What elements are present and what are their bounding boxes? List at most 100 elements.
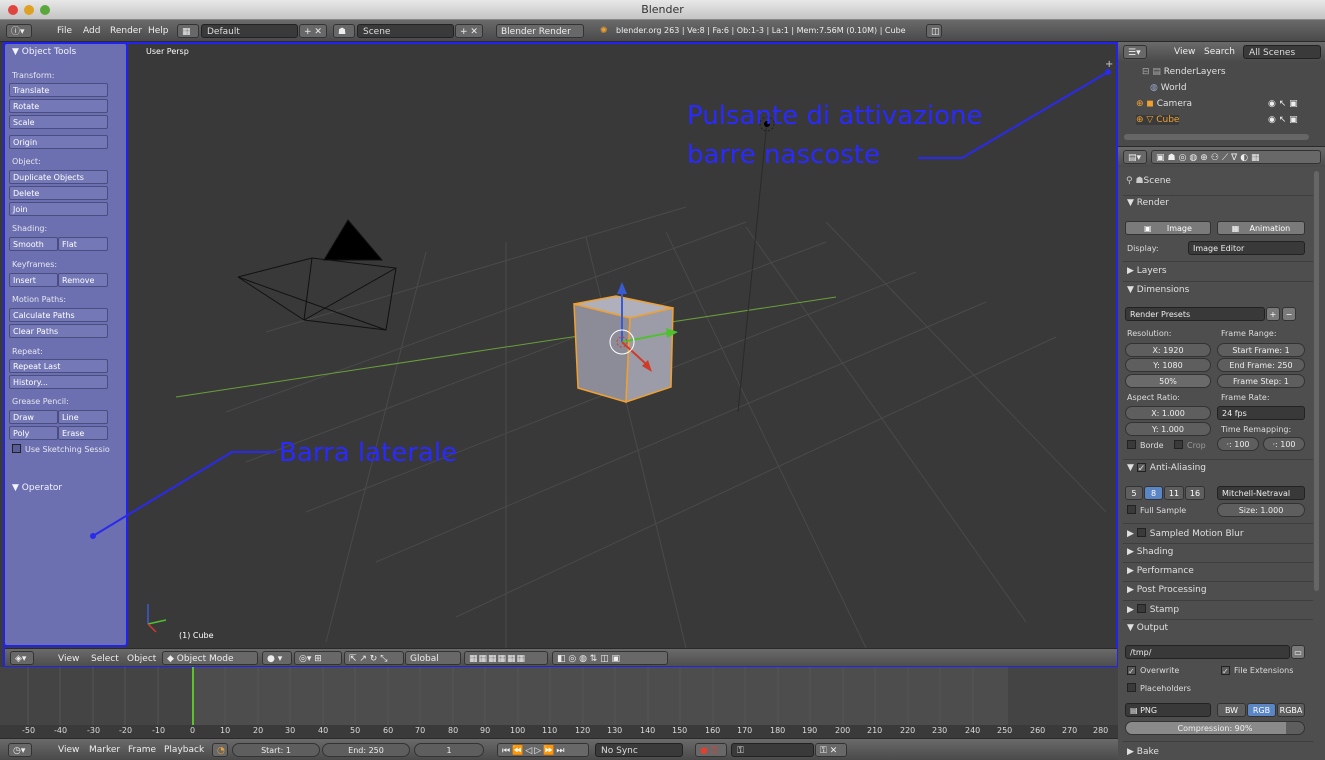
placeholders-checkbox[interactable]: Placeholders (1127, 683, 1191, 693)
time-remap-old-field[interactable]: ·: 100 (1217, 437, 1259, 451)
render-image-button[interactable]: ▣ Image (1125, 221, 1211, 235)
start-frame-field[interactable]: Start Frame: 1 (1217, 343, 1305, 357)
clock-icon[interactable]: ◔ (212, 743, 228, 757)
viewport-menu-view[interactable]: View (58, 652, 79, 666)
full-sample-checkbox[interactable]: Full Sample (1127, 505, 1186, 515)
output-path-field[interactable]: /tmp/ (1125, 645, 1290, 659)
outliner-scrollbar[interactable] (1124, 134, 1309, 140)
end-frame-field[interactable]: End: 250 (322, 743, 410, 757)
pivot-point-icon[interactable]: ◎▾ ⊞ (294, 651, 342, 665)
display-select[interactable]: Image Editor (1188, 241, 1305, 255)
visibility-icons[interactable]: ◉ ↖ ▣ (1268, 99, 1298, 109)
preset-remove-icon[interactable]: − (1282, 307, 1296, 321)
layers-panel-header[interactable]: ▶ Layers (1127, 266, 1167, 276)
motion-blur-panel-header[interactable]: ▶ Sampled Motion Blur (1127, 528, 1244, 539)
menu-add[interactable]: Add (83, 24, 100, 38)
timeline-menu-frame[interactable]: Frame (128, 743, 156, 757)
end-frame-field[interactable]: End Frame: 250 (1217, 358, 1305, 372)
timeline-menu-playback[interactable]: Playback (164, 743, 204, 757)
folder-icon[interactable]: ▭ (1291, 645, 1305, 659)
time-remap-new-field[interactable]: ·: 100 (1263, 437, 1305, 451)
overwrite-checkbox[interactable]: ✓Overwrite (1127, 666, 1179, 675)
aa-samples-16[interactable]: 16 (1185, 486, 1205, 500)
menu-help[interactable]: Help (148, 24, 169, 38)
properties-context-tabs[interactable]: ▣☗◎◍⊕⚇⟋∇◐▦ (1151, 150, 1321, 164)
crop-checkbox[interactable]: Crop (1174, 440, 1206, 450)
editor-type-icon[interactable]: ▤▾ (1123, 150, 1147, 164)
viewport-menu-select[interactable]: Select (91, 652, 119, 666)
viewport-menu-object[interactable]: Object (127, 652, 156, 666)
menu-file[interactable]: File (57, 24, 72, 38)
playback-controls[interactable]: ⏮⏪◁▷⏩⏭ (497, 743, 589, 757)
menu-render[interactable]: Render (110, 24, 142, 38)
stamp-panel-header[interactable]: ▶ Stamp (1127, 604, 1179, 615)
mode-select[interactable]: ◆ Object Mode (162, 651, 258, 665)
frame-rate-select[interactable]: 24 fps (1217, 406, 1305, 420)
keyframe-insert-remove-icons[interactable]: ⚿ ✕ (815, 743, 847, 757)
preset-add-icon[interactable]: + (1266, 307, 1280, 321)
outliner-item-world[interactable]: ◍ World (1150, 83, 1187, 93)
file-format-select[interactable]: ▤ PNG (1125, 703, 1211, 717)
close-window-icon[interactable] (8, 5, 18, 15)
output-panel-header[interactable]: ▼ Output (1127, 623, 1168, 633)
aspect-y-field[interactable]: Y: 1.000 (1125, 422, 1211, 436)
scene-icon[interactable]: ☗ (333, 24, 355, 38)
dimensions-panel-header[interactable]: ▼ Dimensions (1127, 285, 1189, 295)
render-panel-header[interactable]: ▼ Render (1127, 198, 1169, 208)
aa-size-field[interactable]: Size: 1.000 (1217, 503, 1305, 517)
screen-layout-icon[interactable]: ▦ (177, 24, 199, 38)
notification-icon[interactable]: ◫ (926, 24, 942, 38)
timeline-menu-marker[interactable]: Marker (89, 743, 120, 757)
resolution-x-field[interactable]: X: 1920 (1125, 343, 1211, 357)
border-checkbox[interactable]: Borde (1127, 440, 1164, 450)
viewport-shading-icon[interactable]: ● ▾ (262, 651, 292, 665)
render-presets-select[interactable]: Render Presets (1125, 307, 1265, 321)
outliner-menu-view[interactable]: View (1174, 45, 1195, 59)
orientation-select[interactable]: Global (405, 651, 461, 665)
editor-type-icon[interactable]: ◷▾ (8, 743, 32, 757)
post-processing-panel-header[interactable]: ▶ Post Processing (1127, 585, 1207, 595)
color-rgba-button[interactable]: RGBA (1277, 703, 1305, 717)
visibility-icons[interactable]: ◉ ↖ ▣ (1268, 115, 1298, 125)
outliner-filter-select[interactable]: All Scenes (1243, 45, 1321, 59)
start-frame-field[interactable]: Start: 1 (232, 743, 320, 757)
maximize-window-icon[interactable] (40, 5, 50, 15)
minimize-window-icon[interactable] (24, 5, 34, 15)
bake-panel-header[interactable]: ▶ Bake (1127, 747, 1159, 757)
sync-select[interactable]: No Sync (595, 743, 683, 757)
aspect-x-field[interactable]: X: 1.000 (1125, 406, 1211, 420)
screen-add-remove-icon[interactable]: + ✕ (299, 24, 327, 38)
color-rgb-button[interactable]: RGB (1247, 703, 1276, 717)
file-extensions-checkbox[interactable]: ✓File Extensions (1221, 666, 1293, 675)
outliner-item-camera[interactable]: ⊕ ◼ Camera (1136, 99, 1192, 109)
editor-type-icon[interactable]: ◈▾ (10, 651, 34, 665)
outliner-item-renderlayers[interactable]: ⊟ ▤ RenderLayers (1142, 67, 1226, 77)
editor-type-icon[interactable]: ⓘ▾ (6, 24, 32, 38)
anti-aliasing-panel-header[interactable]: ▼ ✓Anti-Aliasing (1127, 463, 1206, 473)
resolution-percent-slider[interactable]: 50% (1125, 374, 1211, 388)
scene-add-remove-icon[interactable]: + ✕ (455, 24, 483, 38)
timeline-menu-view[interactable]: View (58, 743, 79, 757)
color-bw-button[interactable]: BW (1217, 703, 1246, 717)
aa-samples-11[interactable]: 11 (1164, 486, 1184, 500)
record-icon[interactable]: ● ⚿ (695, 743, 727, 757)
render-animation-button[interactable]: ▦ Animation (1217, 221, 1305, 235)
snap-render-icons[interactable]: ◧ ◎ ◍ ⇅ ◫ ▣ (552, 651, 668, 665)
shading-panel-header[interactable]: ▶ Shading (1127, 547, 1173, 557)
resolution-y-field[interactable]: Y: 1080 (1125, 358, 1211, 372)
outliner-item-cube[interactable]: ⊕ ▽ Cube (1136, 115, 1179, 125)
aa-filter-select[interactable]: Mitchell-Netraval (1217, 486, 1305, 500)
aa-samples-8[interactable]: 8 (1144, 486, 1163, 500)
current-frame-field[interactable]: 1 (414, 743, 484, 757)
keying-set-field[interactable]: ⚿ (731, 743, 814, 757)
performance-panel-header[interactable]: ▶ Performance (1127, 566, 1194, 576)
editor-type-icon[interactable]: ☰▾ (1123, 45, 1147, 59)
layers-grid[interactable]: ▦▦▦▦▦▦ (464, 651, 548, 665)
frame-step-field[interactable]: Frame Step: 1 (1217, 374, 1305, 388)
compression-slider[interactable]: Compression: 90% (1125, 721, 1305, 735)
manipulator-icons[interactable]: ⇱ ↗ ↻ ⤡ (344, 651, 404, 665)
screen-layout-field[interactable]: Default (201, 24, 298, 38)
properties-scrollbar[interactable] (1314, 171, 1319, 591)
scene-field[interactable]: Scene (357, 24, 454, 38)
render-engine-select[interactable]: Blender Render (496, 24, 584, 38)
